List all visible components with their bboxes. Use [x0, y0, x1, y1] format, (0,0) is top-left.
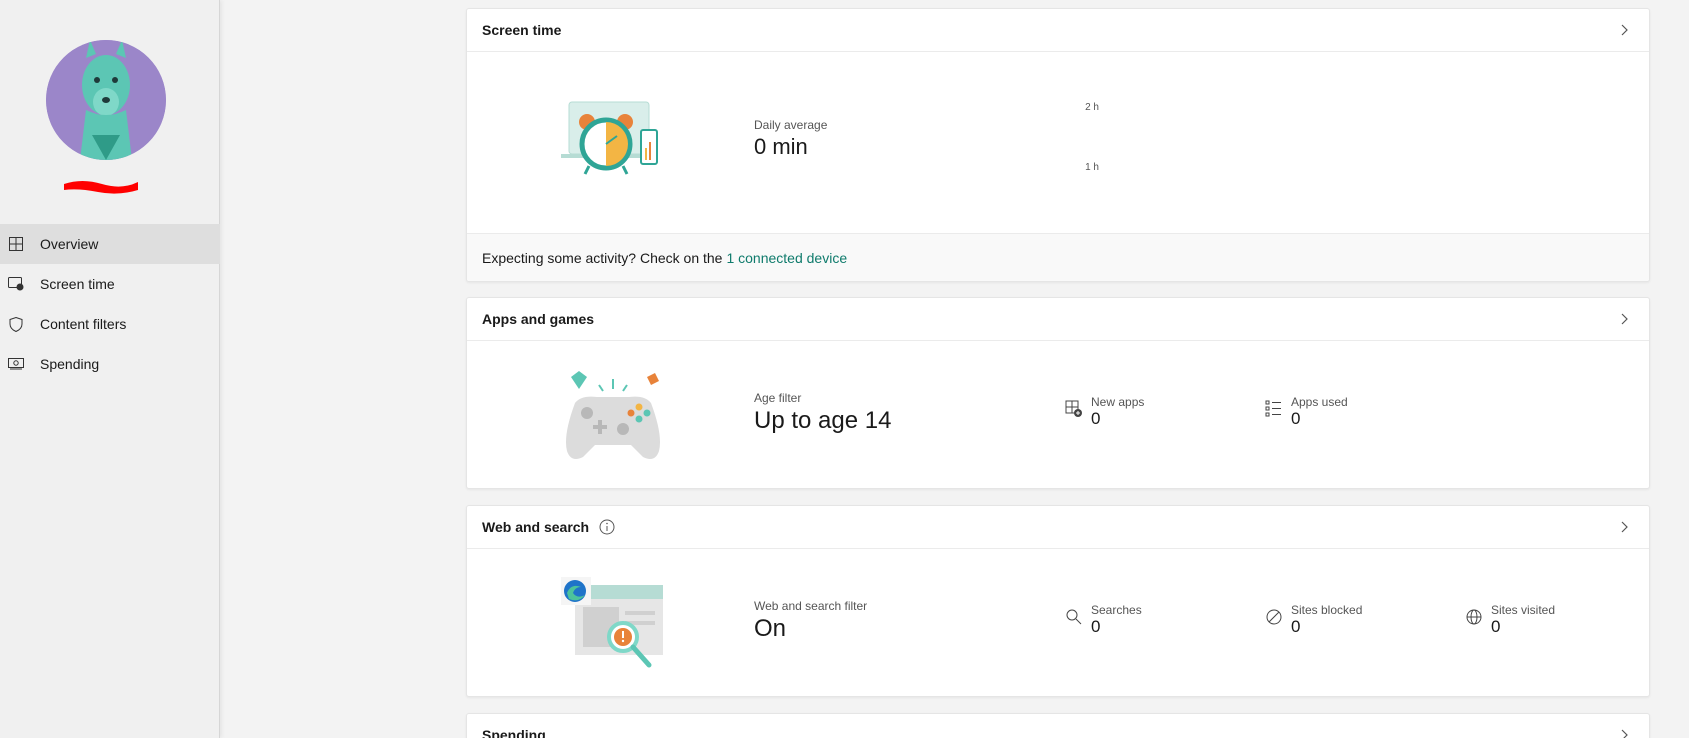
globe-icon [1466, 609, 1482, 625]
connected-device-link[interactable]: 1 connected device [726, 250, 847, 266]
sidebar-item-label: Content filters [40, 316, 127, 332]
apps-used-label: Apps used [1291, 395, 1348, 409]
screen-time-icon [8, 276, 24, 292]
web-search-body: Web and search filter On Searches 0 Site… [467, 549, 1649, 696]
sidebar-item-label: Screen time [40, 276, 115, 292]
card-title: Web and search [482, 519, 590, 535]
sidebar: Overview Screen time Content filters Spe… [0, 0, 220, 738]
chevron-right-icon[interactable] [1617, 520, 1631, 534]
redacted-name-scribble [64, 181, 138, 194]
list-icon [1265, 400, 1281, 417]
sites-blocked-value: 0 [1291, 617, 1301, 636]
connected-device-footer: Expecting some activity? Check on the 1 … [467, 233, 1649, 281]
y-tick-label: 1 h [1085, 162, 1099, 173]
web-filter: Web and search filter On [754, 599, 867, 643]
daily-average: Daily average 0 min [754, 118, 827, 160]
browser-search-illustration-icon [561, 577, 663, 668]
age-filter-value: Up to age 14 [754, 407, 892, 434]
searches-stat: Searches 0 [1065, 603, 1142, 637]
screen-time-body: Daily average 0 min 2 h1 h0 hThuFriSatSu… [467, 52, 1649, 233]
overview-icon [8, 236, 24, 252]
search-icon [1066, 609, 1082, 625]
age-filter: Age filter Up to age 14 [754, 391, 891, 435]
screen-time-card-header[interactable]: Screen time [467, 9, 1649, 52]
footer-text: Expecting some activity? Check on the [482, 250, 723, 266]
new-apps-value: 0 [1091, 409, 1101, 428]
sites-visited-stat: Sites visited 0 [1465, 603, 1555, 637]
apps-games-card: Apps and games Age filter Up to age 14 N… [466, 297, 1650, 489]
new-apps-label: New apps [1091, 395, 1145, 409]
card-title: Apps and games [482, 311, 595, 327]
web-search-card: Web and search Web and search filter On [466, 505, 1650, 697]
game-controller-illustration-icon [566, 371, 660, 459]
chevron-right-icon[interactable] [1617, 23, 1631, 37]
llama-avatar-icon [46, 40, 166, 160]
apps-used-stat: Apps used 0 [1265, 395, 1348, 429]
sidebar-item-spending[interactable]: Spending [0, 344, 220, 384]
web-search-card-header[interactable]: Web and search [467, 506, 1649, 549]
apps-games-body: Age filter Up to age 14 New apps 0 Apps … [467, 341, 1649, 488]
searches-label: Searches [1091, 603, 1142, 617]
shield-icon [8, 316, 24, 332]
info-icon[interactable] [599, 519, 615, 535]
age-filter-label: Age filter [754, 391, 802, 405]
web-filter-value: On [754, 615, 787, 642]
new-apps-icon [1065, 400, 1082, 417]
spending-card: Spending [466, 713, 1650, 738]
chevron-right-icon[interactable] [1617, 312, 1631, 326]
searches-value: 0 [1091, 617, 1101, 636]
daily-average-value: 0 min [754, 134, 808, 159]
screen-time-chart: 2 h1 h0 hThuFriSatSunMonTueWed [1085, 102, 1099, 173]
sites-visited-label: Sites visited [1491, 603, 1556, 617]
sites-blocked-stat: Sites blocked 0 [1265, 603, 1362, 637]
chevron-right-icon[interactable] [1617, 728, 1631, 738]
new-apps-stat: New apps 0 [1065, 395, 1144, 429]
sidebar-item-overview[interactable]: Overview [0, 224, 220, 264]
alarm-clock-illustration-icon [561, 101, 658, 175]
sites-blocked-label: Sites blocked [1291, 603, 1363, 617]
sidebar-item-screen-time[interactable]: Screen time [0, 264, 220, 304]
card-title: Spending [482, 727, 546, 738]
sidebar-item-label: Overview [40, 236, 99, 252]
web-filter-label: Web and search filter [754, 599, 868, 613]
card-title: Screen time [482, 22, 562, 38]
y-tick-label: 2 h [1085, 102, 1099, 113]
sites-visited-value: 0 [1491, 617, 1501, 636]
spending-card-header[interactable]: Spending [467, 714, 1649, 738]
screen-time-card: Screen time Daily average 0 min 2 h 1 h 0 … [466, 8, 1650, 282]
sidebar-item-content-filters[interactable]: Content filters [0, 304, 220, 344]
apps-games-card-header[interactable]: Apps and games [467, 298, 1649, 341]
sidebar-item-label: Spending [40, 356, 100, 372]
apps-used-value: 0 [1291, 409, 1301, 428]
daily-average-label: Daily average [754, 118, 828, 132]
money-icon [8, 356, 24, 372]
blocked-icon [1266, 609, 1282, 625]
sidebar-nav: Overview Screen time Content filters Spe… [0, 224, 220, 384]
avatar[interactable] [46, 40, 166, 160]
